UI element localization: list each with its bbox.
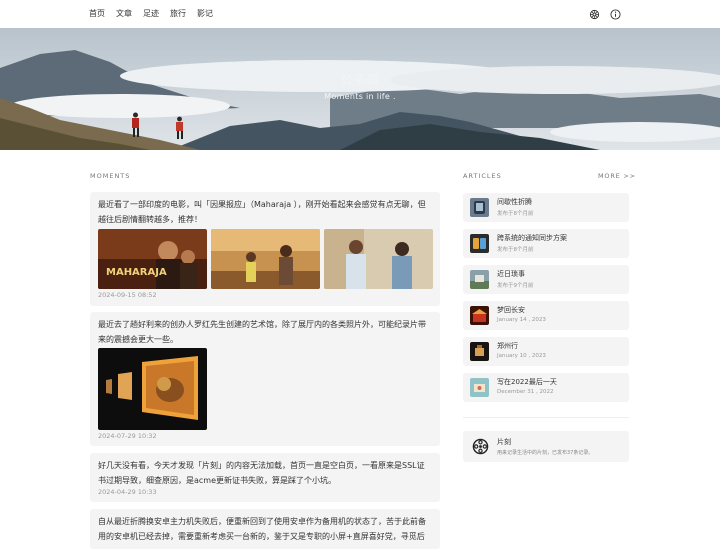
article-date: December 31 , 2022 xyxy=(497,389,554,395)
nav-link-home[interactable]: 首页 xyxy=(89,8,105,19)
hero-banner: 公子阔 Moments in life . xyxy=(0,28,720,150)
article-date: 发布于8个月前 xyxy=(497,211,534,217)
moment-timestamp: 2024-09-15 08:52 xyxy=(98,291,157,299)
article-title: 近日琐事 xyxy=(497,270,525,278)
sidebar-divider xyxy=(463,417,629,418)
moment-card: 好几天没有看，今天才发现「片刻」的内容无法加载，首页一直是空白页，一看原来是SS… xyxy=(90,453,440,502)
article-date: January 10 , 2023 xyxy=(497,353,546,359)
nav-link-articles[interactable]: 文章 xyxy=(116,8,132,19)
moment-text: 最近看了一部印度的电影，叫「因果报应」（Maharaja ），刚开始看起来会感觉… xyxy=(98,200,426,224)
article-item[interactable]: 梦回长安 January 14 , 2023 xyxy=(463,301,629,330)
moment-image-museum-lion-screen[interactable] xyxy=(98,348,207,430)
site-title: 公子阔 xyxy=(340,73,380,87)
article-title: 写在2022最后一天 xyxy=(497,378,557,386)
article-thumbnail xyxy=(470,270,489,289)
pianke-card[interactable]: 片刻 用来记录生活中的片刻，已发布37条记录。 xyxy=(463,431,629,462)
film-reel-icon xyxy=(472,438,489,455)
article-title: 梦回长安 xyxy=(497,306,525,314)
moment-image-film-still-yard[interactable] xyxy=(211,229,320,289)
settings-icon[interactable] xyxy=(589,9,600,20)
hero-landscape-image xyxy=(0,28,720,150)
article-item[interactable]: 近日琐事 发布于9个月前 xyxy=(463,265,629,294)
moment-image-film-still-couple[interactable] xyxy=(324,229,433,289)
site-subtitle: Moments in life . xyxy=(324,92,396,101)
article-thumbnail xyxy=(470,378,489,397)
article-date: 发布于9个月前 xyxy=(497,283,534,289)
article-item[interactable]: 写在2022最后一天 December 31 , 2022 xyxy=(463,373,629,402)
article-thumbnail xyxy=(470,342,489,361)
pianke-title: 片刻 xyxy=(497,438,511,446)
article-item[interactable]: 郑州行 January 10 , 2023 xyxy=(463,337,629,366)
moment-card: 最近去了趟好利来的创办人罗红先生创建的艺术馆，除了展厅内的各类照片外，可能纪录片… xyxy=(90,312,440,446)
moment-image-maharaja-poster[interactable]: MAHARAJA xyxy=(98,229,207,289)
moment-card: 自从最近折腾换安卓主力机失败后，便重新回到了使用安卓作为备用机的状态了，苦于此前… xyxy=(90,509,440,549)
nav-link-travel[interactable]: 旅行 xyxy=(170,8,186,19)
moment-text: 好几天没有看，今天才发现「片刻」的内容无法加载，首页一直是空白页，一看原来是SS… xyxy=(98,461,425,485)
nav-icons xyxy=(589,9,621,20)
nav-link-footprints[interactable]: 足迹 xyxy=(143,8,159,19)
moment-card: 最近看了一部印度的电影，叫「因果报应」（Maharaja ），刚开始看起来会感觉… xyxy=(90,192,440,306)
top-nav: 首页 文章 足迹 旅行 影记 xyxy=(0,0,720,28)
moments-heading: MOMENTS xyxy=(90,172,131,180)
moment-timestamp: 2024-07-29 10:32 xyxy=(98,432,157,440)
moment-text: 最近去了趟好利来的创办人罗红先生创建的艺术馆，除了展厅内的各类照片外，可能纪录片… xyxy=(98,320,426,344)
article-thumbnail xyxy=(470,198,489,217)
article-title: 间歇性折腾 xyxy=(497,198,532,206)
nav-link-gallery[interactable]: 影记 xyxy=(197,8,213,19)
moment-timestamp: 2024-04-29 10:33 xyxy=(98,488,157,496)
article-thumbnail xyxy=(470,234,489,253)
article-thumbnail xyxy=(470,306,489,325)
poster-title-text: MAHARAJA xyxy=(106,267,167,278)
article-date: 发布于8个月前 xyxy=(497,247,534,253)
article-item[interactable]: 跨系统的通知同步方案 发布于8个月前 xyxy=(463,229,629,258)
article-title: 跨系统的通知同步方案 xyxy=(497,234,567,242)
info-icon[interactable] xyxy=(610,9,621,20)
article-date: January 14 , 2023 xyxy=(497,317,546,323)
article-title: 郑州行 xyxy=(497,342,518,350)
more-articles-link[interactable]: MORE >> xyxy=(598,172,636,180)
article-item[interactable]: 间歇性折腾 发布于8个月前 xyxy=(463,193,629,222)
articles-heading: ARTICLES xyxy=(463,172,502,180)
nav-links: 首页 文章 足迹 旅行 影记 xyxy=(89,8,224,19)
pianke-description: 用来记录生活中的片刻，已发布37条记录。 xyxy=(497,450,594,456)
